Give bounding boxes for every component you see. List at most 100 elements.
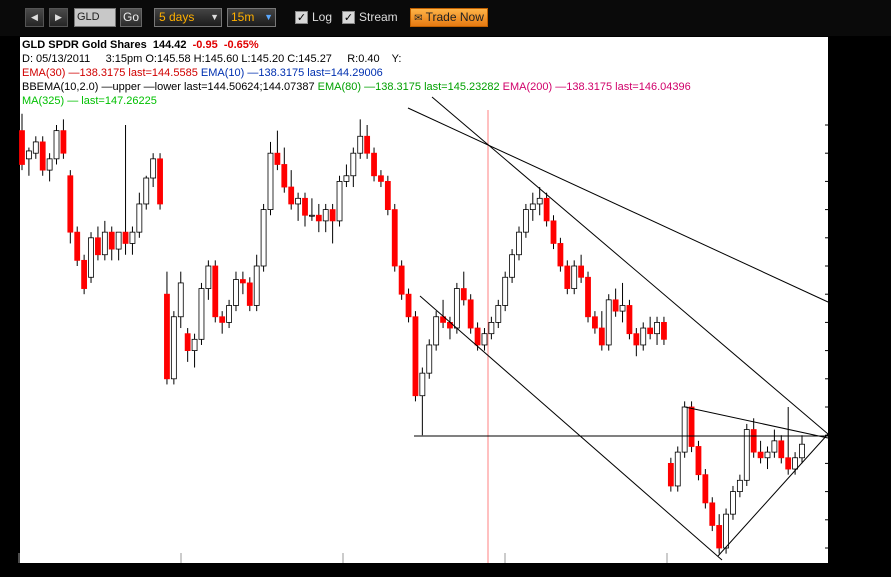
candle-body (315, 214, 322, 222)
legend-bbema: BBEMA(10,2.0) —upper —lower last=144.506… (22, 81, 315, 93)
candle-body (543, 197, 550, 222)
y-tick-label: 145.75 (832, 289, 866, 301)
candle-body (460, 288, 467, 301)
legend-symbol-name: GLD SPDR Gold Shares (22, 39, 147, 51)
y-tick-label: 144.25 (832, 458, 866, 470)
candle-body (129, 231, 136, 244)
y-tick-label: 146.50 (832, 205, 866, 217)
x-tick-label: 17 (663, 565, 675, 577)
candle-body (157, 158, 163, 205)
candle-body (419, 372, 426, 397)
trendline (407, 107, 829, 303)
candle-body (343, 175, 350, 182)
candle-body (785, 457, 792, 470)
candle-body (799, 443, 805, 459)
candle-body (681, 406, 688, 453)
candle-body (792, 457, 798, 470)
candle-body (329, 209, 336, 222)
candle-body (170, 316, 177, 380)
legend-ema10: EMA(10) —138.3175 last=144.29006 (200, 67, 383, 79)
legend-change-pct: -0.65% (223, 39, 259, 51)
candle-body (53, 130, 60, 160)
candle-body (19, 130, 25, 165)
candle-body (426, 344, 433, 374)
candle-body (626, 305, 633, 335)
candle-body (378, 175, 384, 182)
candle-body (164, 293, 170, 380)
candle-body (302, 197, 308, 216)
candle-body (619, 305, 626, 312)
candle-body (757, 451, 764, 459)
legend-last-price: 144.42 (152, 39, 187, 51)
candle-body (474, 327, 481, 346)
candle-body (88, 237, 94, 278)
candle-body (453, 288, 460, 329)
candle-body (522, 209, 529, 233)
candle-body (219, 316, 226, 323)
candle-body (750, 429, 757, 453)
legend-r: R:0.40 (347, 53, 380, 65)
candle-body (509, 254, 515, 278)
candle-body (357, 135, 364, 154)
candle-body (150, 158, 157, 179)
candle-body (647, 327, 654, 335)
candle-body (177, 282, 184, 318)
candle-body (529, 203, 536, 211)
candle-body (764, 451, 771, 459)
candle-body (502, 276, 509, 306)
candle-body (674, 451, 681, 487)
candle-body (350, 152, 357, 177)
candle-body (488, 321, 495, 335)
legend-ema30: EMA(30) —138.3175 last=144.5585 (22, 67, 198, 79)
candle-body (736, 479, 743, 493)
candle-body (136, 203, 143, 233)
candle-body (578, 265, 585, 278)
legend-high: H:145.60 (193, 53, 239, 65)
candle-body (536, 197, 543, 205)
candle-body (405, 293, 412, 318)
candle-body (585, 276, 591, 318)
candle-body (564, 265, 571, 289)
candle-body (46, 158, 53, 171)
candle-body (371, 152, 377, 177)
candle-body (274, 152, 281, 165)
chart-legend: GLD SPDR Gold Shares 144.42 -0.95 -0.65%… (22, 38, 691, 108)
candle-body (60, 130, 67, 154)
y-tick-label: 144.00 (832, 487, 866, 499)
candle-body (550, 220, 557, 244)
x-tick-label: 12 (177, 565, 189, 577)
candle-body (364, 135, 371, 154)
candle-body (391, 209, 398, 267)
candle-body (26, 150, 32, 160)
candle-body (101, 231, 108, 256)
legend-y: Y: (391, 53, 402, 65)
candle-body (716, 525, 723, 549)
candle-body (598, 327, 605, 346)
candle-body (191, 338, 198, 352)
y-tick-label: 143.75 (832, 515, 866, 527)
candle-body (688, 406, 695, 447)
candle-body (32, 141, 39, 154)
legend-ema200: EMA(200) —138.3175 last=146.04396 (502, 81, 691, 93)
candle-body (81, 259, 88, 289)
y-tick-label: 146.25 (832, 233, 866, 245)
candle-body (309, 214, 315, 217)
y-tick-label: 146.75 (832, 176, 866, 188)
candle-body (605, 299, 612, 346)
y-tick-label: 144.75 (832, 402, 866, 414)
y-tick-label: 145.00 (832, 374, 866, 386)
candle-body (226, 305, 232, 323)
candle-body (288, 186, 295, 205)
candle-body (723, 513, 729, 549)
candle-body (709, 502, 716, 526)
legend-low: L:145.20 (241, 53, 285, 65)
candle-body (322, 209, 329, 222)
candle-body (336, 180, 343, 222)
candle-body (612, 299, 619, 312)
y-tick-label: 145.25 (832, 346, 866, 358)
candle-body (122, 231, 129, 244)
candle-body (667, 462, 674, 487)
candle-body (253, 265, 260, 306)
candle-body (654, 321, 660, 335)
candle-body (481, 333, 488, 346)
